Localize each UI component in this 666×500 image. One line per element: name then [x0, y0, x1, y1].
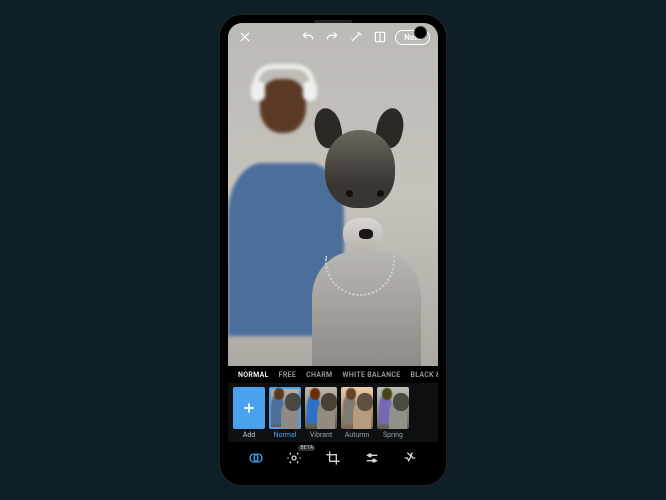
filter-vibrant[interactable]: Vibrant — [305, 387, 337, 439]
photo-canvas[interactable] — [228, 23, 438, 366]
app-screen: Next NORMA — [228, 23, 438, 475]
heal-icon[interactable] — [397, 447, 423, 469]
filter-category-tabs: NORMAL FREE CHARM WHITE BALANCE BLACK & — [228, 366, 438, 383]
tab-white-balance[interactable]: WHITE BALANCE — [338, 369, 404, 381]
photo-subject-dog — [302, 92, 432, 366]
redo-icon[interactable] — [323, 28, 341, 46]
filter-strip: Add Normal Vibrant Autumn — [228, 383, 438, 442]
plus-icon — [233, 387, 265, 429]
auto-enhance-icon[interactable] — [347, 28, 365, 46]
retouch-icon[interactable]: BETA — [281, 447, 307, 469]
filter-label: Add — [243, 431, 255, 439]
filter-label: Spring — [383, 431, 403, 439]
looks-icon[interactable] — [243, 447, 269, 469]
filter-label: Vibrant — [310, 431, 332, 439]
filter-autumn[interactable]: Autumn — [341, 387, 373, 439]
filter-label: Normal — [273, 431, 296, 439]
beta-badge: BETA — [298, 445, 315, 451]
undo-icon[interactable] — [299, 28, 317, 46]
filter-thumbnail — [269, 387, 301, 429]
filter-label: Autumn — [345, 431, 370, 439]
filter-thumbnail — [377, 387, 409, 429]
phone-frame: Next NORMA — [220, 15, 446, 485]
bottom-toolbar: BETA — [228, 442, 438, 475]
close-icon[interactable] — [236, 28, 254, 46]
adjust-icon[interactable] — [359, 447, 385, 469]
tab-black-and[interactable]: BLACK & — [406, 369, 438, 381]
crop-icon[interactable] — [320, 447, 346, 469]
tab-free[interactable]: FREE — [275, 369, 300, 381]
next-button[interactable]: Next — [395, 30, 430, 45]
filter-normal[interactable]: Normal — [269, 387, 301, 439]
tab-charm[interactable]: CHARM — [302, 369, 336, 381]
filter-add[interactable]: Add — [233, 387, 265, 439]
filter-spring[interactable]: Spring — [377, 387, 409, 439]
tab-normal[interactable]: NORMAL — [234, 369, 273, 381]
filter-thumbnail — [305, 387, 337, 429]
top-bar: Next — [228, 23, 438, 51]
compare-icon[interactable] — [371, 28, 389, 46]
filter-thumbnail — [341, 387, 373, 429]
